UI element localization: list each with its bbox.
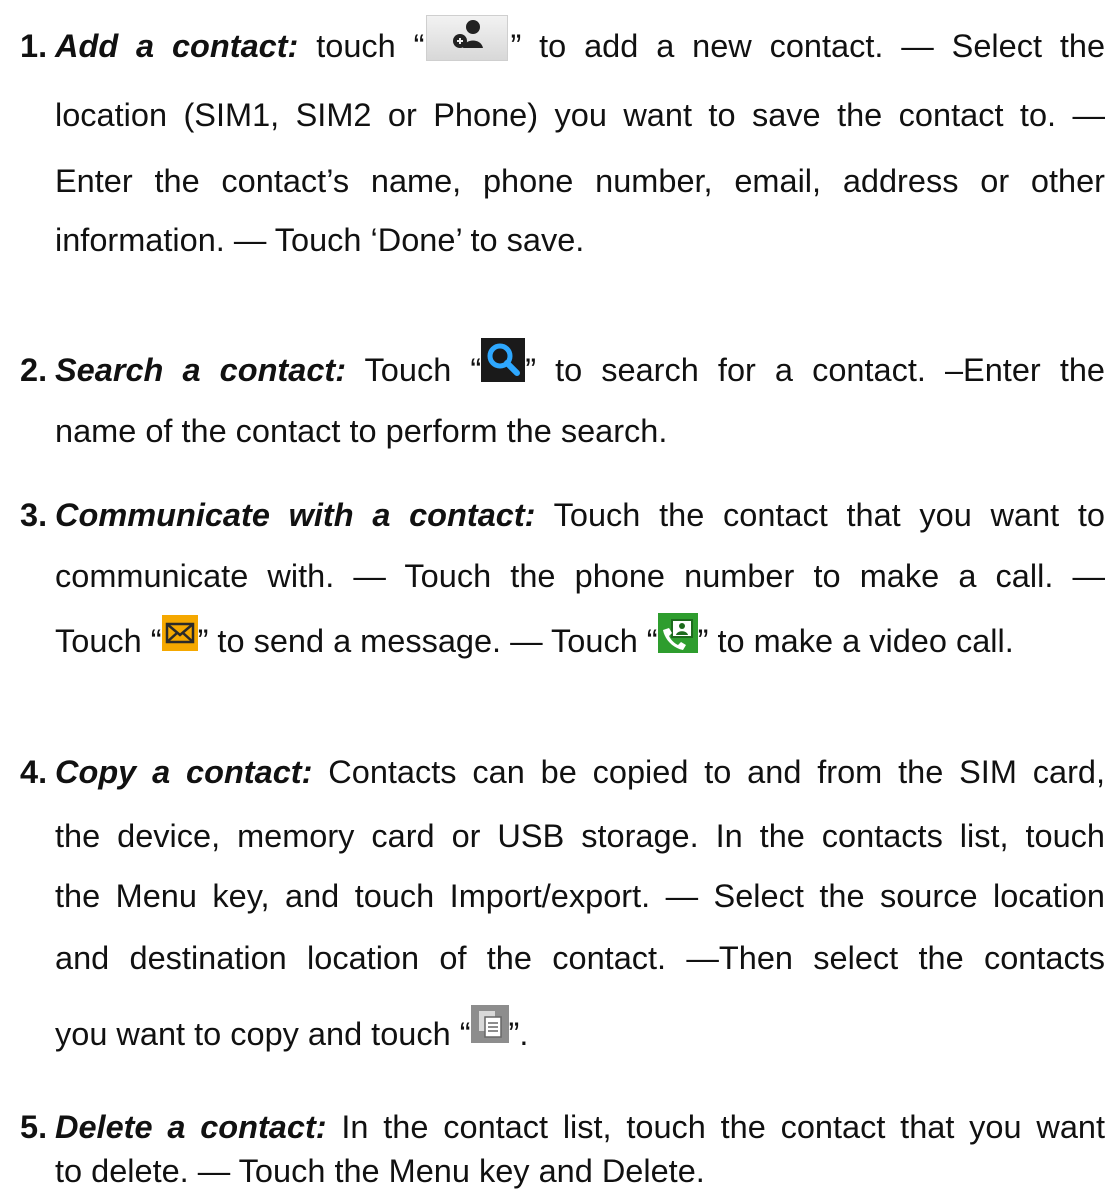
item-heading: Add a contact: [55, 28, 299, 64]
item-number: 4. [20, 754, 48, 790]
line: Enter the contact’s name, phone number, … [55, 163, 1105, 199]
line: to delete. — Touch the Menu key and Dele… [55, 1153, 705, 1189]
line: Touch “” to send a message. — Touch “” t… [55, 611, 1105, 671]
search-icon [481, 338, 526, 383]
message-icon [161, 615, 198, 652]
item-heading: Copy a contact: [55, 754, 313, 790]
line: Add a contact: touch “” to add a new con… [55, 15, 1105, 76]
line: the device, memory card or USB storage. … [55, 818, 1105, 854]
video-call-icon [657, 613, 698, 654]
line: name of the contact to perform the searc… [55, 413, 668, 449]
item-heading: Delete a contact: [55, 1109, 327, 1145]
line: Search a contact: Touch “” to search for… [55, 338, 1105, 400]
copy-icon [470, 1005, 509, 1044]
item-number: 1. [20, 28, 48, 64]
item-number: 5. [20, 1109, 48, 1145]
item-heading: Communicate with a contact: [55, 497, 536, 533]
add-contact-icon [426, 15, 509, 62]
item-number: 2. [20, 352, 48, 388]
line: Communicate with a contact: Touch the co… [55, 497, 1106, 533]
line: you want to copy and touch “”. [55, 1004, 1105, 1064]
item-number: 3. [20, 497, 48, 533]
line: the Menu key, and touch Import/export. —… [55, 878, 1105, 914]
line: Copy a contact: Contacts can be copied t… [55, 754, 1105, 790]
instructions-document: 1. Add a contact: touch “” to add a new … [0, 0, 1115, 1189]
line: information. — Touch ‘Done’ to save. [55, 222, 585, 258]
line: communicate with. — Touch the phone numb… [55, 558, 1105, 594]
line: and destination location of the contact.… [55, 940, 1105, 976]
line: location (SIM1, SIM2 or Phone) you want … [55, 97, 1105, 133]
item-heading: Search a contact: [55, 352, 347, 388]
